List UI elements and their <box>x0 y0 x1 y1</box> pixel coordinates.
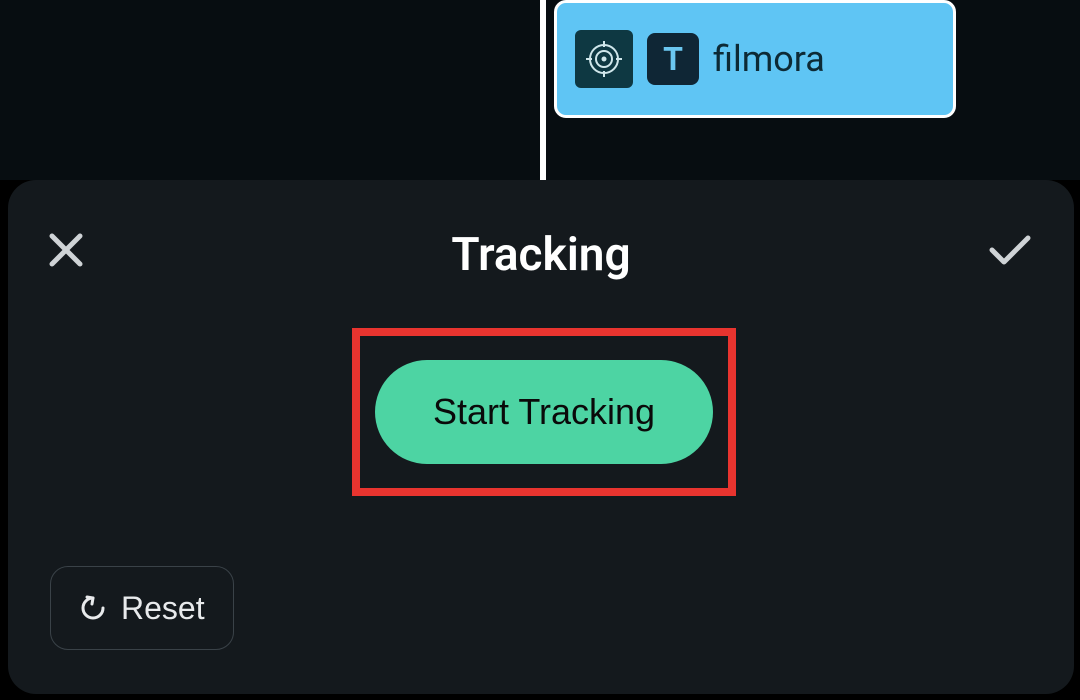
playhead-divider[interactable] <box>540 0 546 180</box>
reset-label: Reset <box>121 590 205 627</box>
panel-title: Tracking <box>8 228 1074 282</box>
close-button[interactable] <box>46 230 86 274</box>
timeline-clip[interactable]: T filmora <box>554 0 956 118</box>
start-tracking-button[interactable]: Start Tracking <box>375 360 713 464</box>
check-icon <box>986 230 1034 270</box>
reset-button[interactable]: Reset <box>50 566 234 650</box>
start-tracking-label: Start Tracking <box>433 391 655 433</box>
highlight-annotation: Start Tracking <box>352 328 736 496</box>
clip-label: filmora <box>713 38 825 80</box>
confirm-button[interactable] <box>986 230 1034 274</box>
timeline-area: T filmora <box>0 0 1080 180</box>
text-icon: T <box>647 33 699 85</box>
close-icon <box>46 230 86 270</box>
reset-icon <box>79 594 107 622</box>
target-icon <box>575 30 633 88</box>
panel-header: Tracking <box>8 180 1074 282</box>
